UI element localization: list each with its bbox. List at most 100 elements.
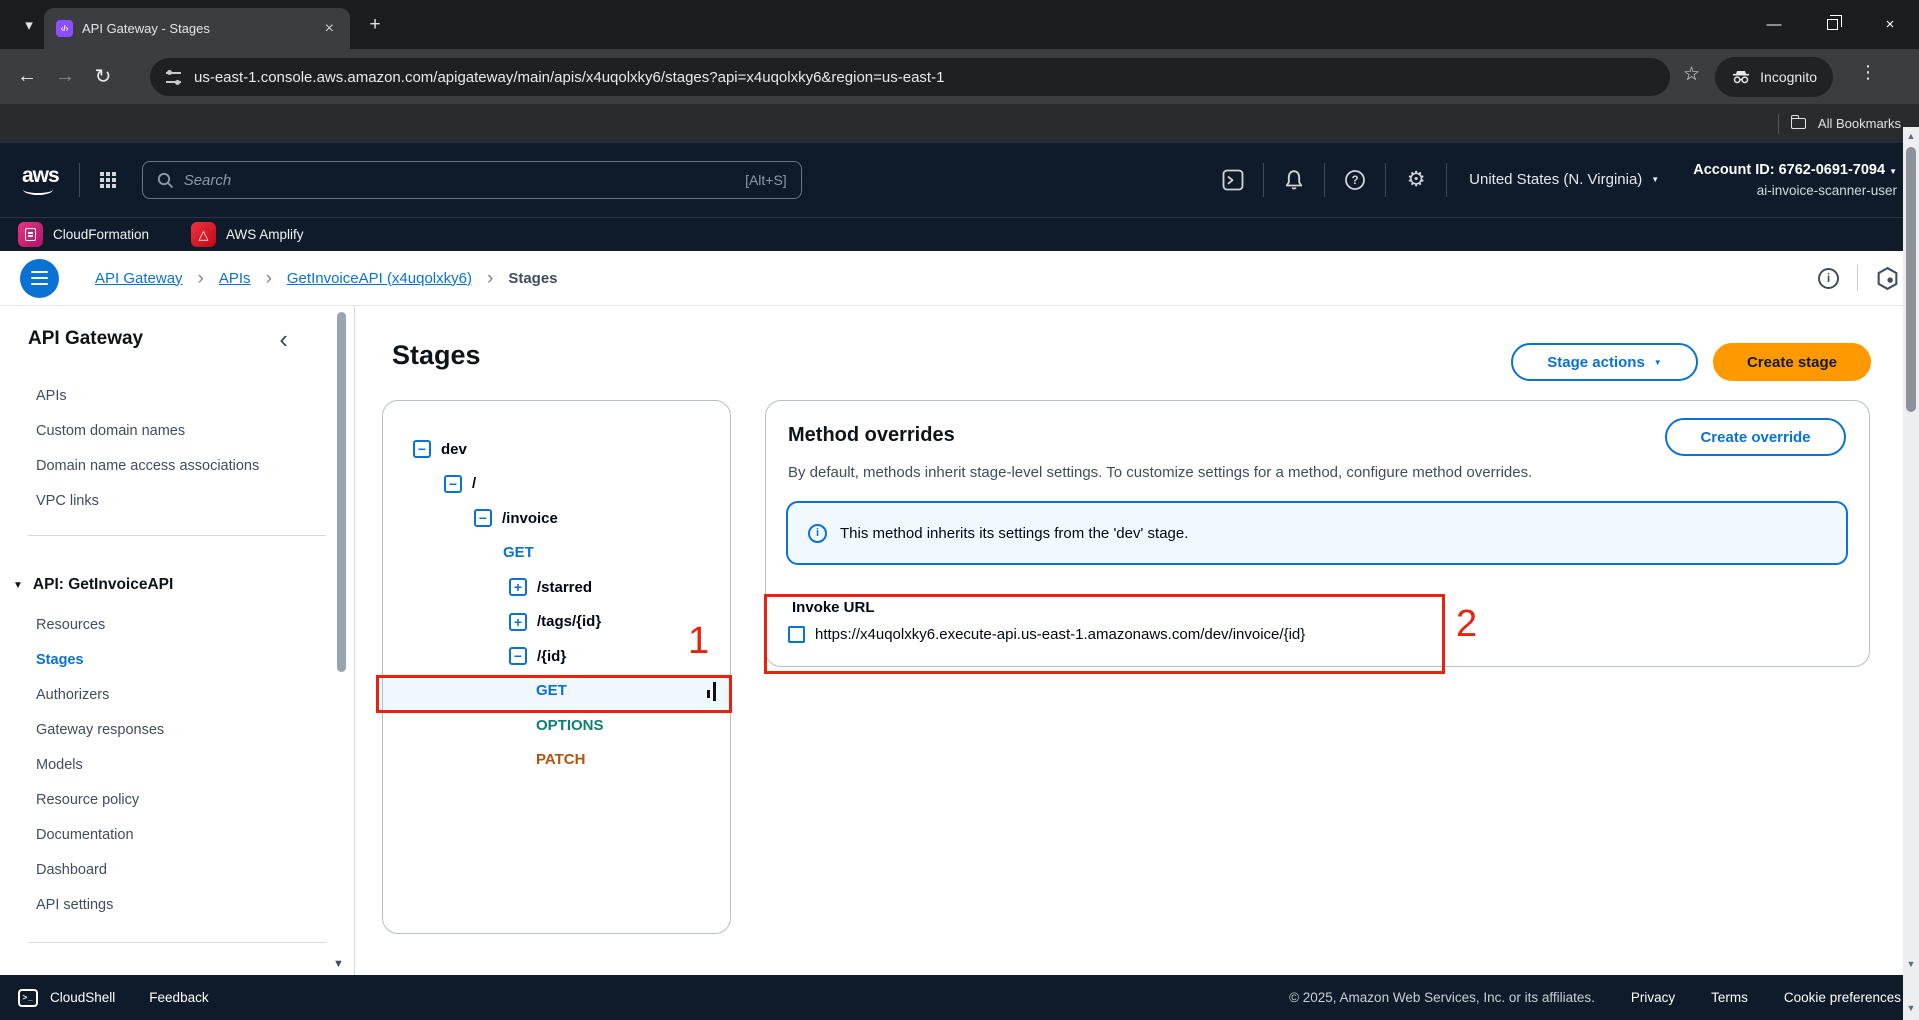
tree-label: /starred [537,579,592,596]
sidebar-item-authorizers[interactable]: Authorizers [0,677,340,712]
favorite-amplify[interactable]: AWS Amplify [226,227,304,242]
back-icon[interactable]: ← [8,65,46,88]
footer-privacy[interactable]: Privacy [1631,990,1675,1005]
tree-toggle-plus-icon[interactable]: + [509,613,527,631]
sidebar-item-api-settings[interactable]: API settings [0,887,340,922]
footer-feedback[interactable]: Feedback [149,990,208,1005]
bookmark-star-icon[interactable]: ☆ [1683,63,1700,86]
sidebar-item-domain-name-access-associations[interactable]: Domain name access associations [0,448,340,483]
tree-toggle-minus-icon[interactable]: − [444,475,462,493]
tree-toggle-minus-icon[interactable]: − [474,509,492,527]
settings-gear-icon[interactable]: ⚙ [1402,167,1430,192]
all-bookmarks-label[interactable]: All Bookmarks [1818,116,1901,131]
create-override-button[interactable]: Create override [1665,418,1846,456]
caret-down-icon: ▼ [1889,167,1897,176]
nav-divider [79,163,80,197]
aws-logo[interactable]: aws [22,164,59,196]
services-grid-icon[interactable] [100,172,116,188]
tree-row-id-patch[interactable]: PATCH [383,743,730,778]
tree-label: /invoice [502,510,558,527]
sidebar: API Gateway ‹ APIs Custom domain names D… [0,306,355,975]
sidebar-item-resource-policy[interactable]: Resource policy [0,782,340,817]
console-search[interactable]: [Alt+S] [142,161,802,199]
window-controls: — × [1745,0,1919,49]
tree-row-starred[interactable]: + /starred [383,570,730,605]
search-input[interactable] [184,172,735,189]
sidebar-item-resources[interactable]: Resources [0,607,340,642]
hamburger-menu-icon[interactable] [20,259,59,298]
restore-icon[interactable] [1803,0,1861,49]
create-stage-button[interactable]: Create stage [1713,343,1871,381]
sidebar-item-gateway-responses[interactable]: Gateway responses [0,712,340,747]
scroll-down-icon[interactable]: ▼ [1903,959,1919,969]
sidebar-item-documentation[interactable]: Documentation [0,817,340,852]
tree-row-invoice[interactable]: − /invoice [383,501,730,536]
reload-icon[interactable]: ↻ [84,64,122,89]
tree-row-root[interactable]: − / [383,467,730,502]
breadcrumb: API Gateway › APIs › GetInvoiceAPI (x4uq… [0,251,1919,306]
sidebar-title: API Gateway [28,328,143,350]
footer-terms[interactable]: Terms [1711,990,1748,1005]
region-label: United States (N. Virginia) [1469,171,1642,188]
breadcrumb-getinvoiceapi[interactable]: GetInvoiceAPI (x4uqolxky6) [287,270,472,287]
footer-cloudshell[interactable]: CloudShell [50,990,115,1005]
breadcrumb-chevron-icon: › [266,269,272,288]
sidebar-item-vpc-links[interactable]: VPC links [0,483,340,518]
site-info-icon[interactable] [166,72,181,83]
amplify-icon[interactable]: △ [191,222,216,247]
stage-actions-button[interactable]: Stage actions ▼ [1511,343,1698,381]
sidebar-collapse-icon[interactable]: ‹ [279,326,288,352]
restore-glyph [1827,19,1838,30]
tree-toggle-minus-icon[interactable]: − [509,647,527,665]
scroll-up-icon[interactable]: ▲ [1903,131,1919,141]
section-caret-icon: ▼ [13,580,23,591]
tree-toggle-plus-icon[interactable]: + [509,578,527,596]
tree-row-dev[interactable]: − dev [383,432,730,467]
forward-icon[interactable]: → [46,65,84,88]
tree-method-label: PATCH [536,751,585,768]
scrollbar-thumb[interactable] [1906,147,1916,412]
favorite-cloudformation[interactable]: CloudFormation [53,227,149,242]
account-menu[interactable]: Account ID: 6762-0691-7094 ▼ ai-invoice-… [1693,160,1897,201]
sidebar-item-dashboard[interactable]: Dashboard [0,852,340,887]
incognito-label: Incognito [1760,69,1817,85]
sidebar-item-stages[interactable]: Stages [0,642,340,677]
tab-close-icon[interactable]: × [321,19,338,39]
breadcrumb-current: Stages [508,270,557,287]
close-window-icon[interactable]: × [1861,0,1919,49]
amazon-q-icon[interactable] [1876,266,1899,291]
cloudshell-icon[interactable]: >_ [18,989,38,1007]
info-alert-text: This method inherits its settings from t… [840,525,1188,542]
svg-text:?: ? [1352,175,1359,187]
tree-toggle-minus-icon[interactable]: − [413,440,431,458]
minimize-icon[interactable]: — [1745,0,1803,49]
cloudformation-icon[interactable] [18,222,43,247]
tree-row-id-options[interactable]: OPTIONS [383,708,730,743]
sidebar-scrollbar-thumb[interactable] [337,312,346,672]
sidebar-item-custom-domain-names[interactable]: Custom domain names [0,413,340,448]
tab-search-chevron-icon[interactable]: ▾ [14,10,44,40]
info-icon[interactable]: i [1818,268,1839,289]
sidebar-item-models[interactable]: Models [0,747,340,782]
tree-label: /{id} [537,648,566,665]
breadcrumb-apis[interactable]: APIs [219,270,251,287]
tree-row-invoice-get[interactable]: GET [383,536,730,571]
new-tab-icon[interactable]: + [362,12,388,38]
url-bar[interactable]: us-east-1.console.aws.amazon.com/apigate… [150,58,1670,96]
region-selector[interactable]: United States (N. Virginia) ▼ [1469,171,1659,188]
help-icon[interactable]: ? [1341,169,1369,191]
page-scrollbar[interactable]: ▲ ▼ ▼ [1903,127,1919,1020]
sidebar-section-api[interactable]: ▼ API: GetInvoiceAPI [13,576,173,594]
footer-cookie-preferences[interactable]: Cookie preferences [1784,990,1901,1005]
sidebar-divider [28,942,326,943]
cloudshell-terminal-icon[interactable] [1219,169,1247,191]
notifications-bell-icon[interactable] [1280,169,1308,191]
browser-menu-dots-icon[interactable]: ⋮ [1859,62,1877,83]
browser-tab[interactable]: ‹/› API Gateway - Stages × [44,8,350,49]
sidebar-scroll-down-icon[interactable]: ▼ [333,958,344,970]
breadcrumb-api-gateway[interactable]: API Gateway [95,270,183,287]
tree-row-tags-id[interactable]: + /tags/{id} [383,605,730,640]
sidebar-item-apis[interactable]: APIs [0,378,340,413]
tree-row-id[interactable]: − /{id} [383,639,730,674]
scroll-down-icon[interactable]: ▼ [1903,1003,1919,1013]
